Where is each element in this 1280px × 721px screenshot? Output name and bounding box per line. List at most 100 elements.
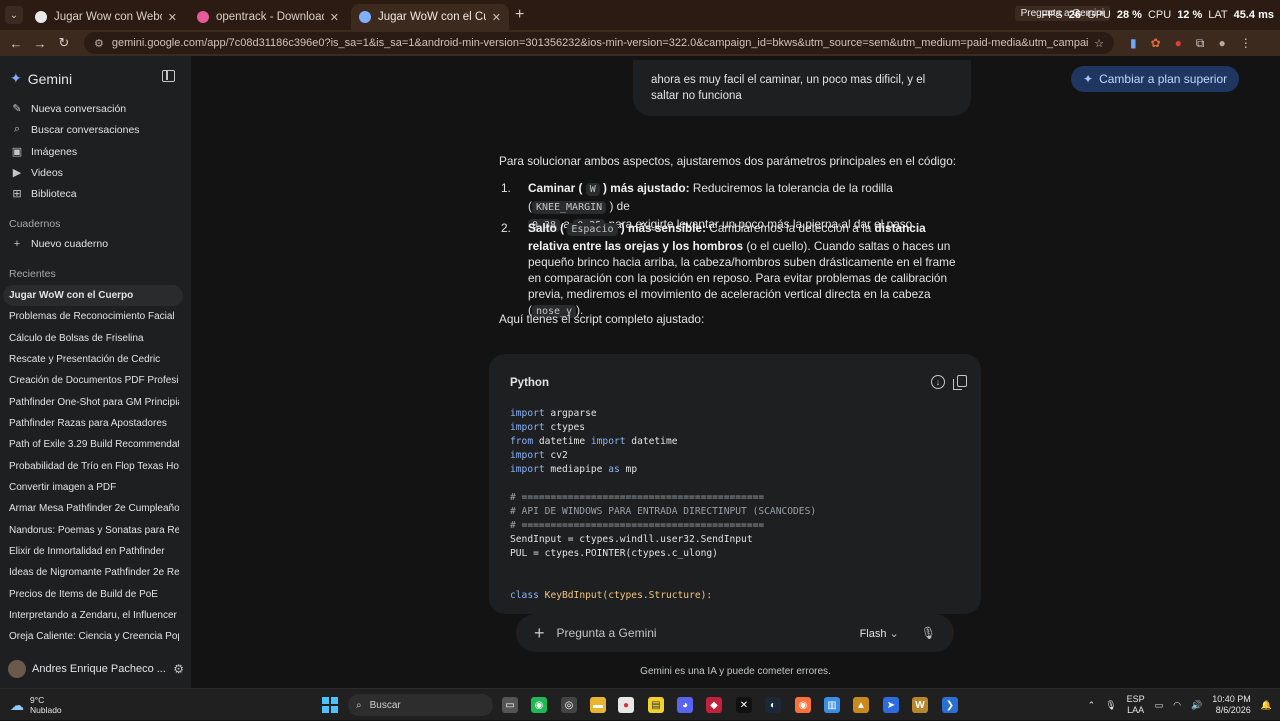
wow-icon[interactable]: W [912,697,928,713]
new-tab-icon[interactable]: + [515,6,524,24]
add-attachment-icon[interactable]: + [534,623,545,644]
tab-favicon-icon [197,11,209,23]
forward-icon[interactable]: → [28,36,52,51]
file-explorer-icon[interactable]: ▬ [590,697,606,713]
recent-item[interactable]: Path of Exile 3.29 Build Recommendati... [9,439,179,450]
steam-icon[interactable]: ◐ [765,697,781,713]
sidebar-item-new-chat[interactable]: ✎ Nueva conversación [10,102,126,116]
discord-icon[interactable]: ◕ [677,697,693,713]
tab-search-button[interactable]: ⌄ [5,6,23,24]
close-icon[interactable]: ✕ [330,11,339,24]
firefox-icon[interactable]: ◉ [795,697,811,713]
app-icon[interactable]: ◎ [561,697,577,713]
language-indicator[interactable]: ESP LAA [1127,694,1145,716]
site-info-icon[interactable]: ⚙ [94,37,104,50]
download-icon[interactable]: ↓ [931,375,945,389]
settings-gear-icon[interactable]: ⚙ [173,662,184,676]
gemini-logo[interactable]: ✦ Gemini [10,70,72,87]
extensions-area: ▮ ✿ ● ⧉ ● ⋮ [1130,36,1252,51]
cpu-label: CPU [1147,9,1172,21]
recent-item[interactable]: Pathfinder One-Shot para GM Principia... [9,397,179,408]
extension-icon[interactable]: ▮ [1130,36,1137,51]
app-icon[interactable]: ◉ [531,697,547,713]
address-bar[interactable]: ⚙ gemini.google.com/app/7c08d31186c396e0… [84,32,1114,54]
close-icon[interactable]: ✕ [492,11,501,24]
recent-item[interactable]: Nandorus: Poemas y Sonatas para Reci... [9,525,179,536]
user-account[interactable]: Andres Enrique Pacheco ... ⚙ [8,660,184,678]
windows-start-icon[interactable] [322,697,338,713]
fps-value: 26 [1068,9,1082,21]
copy-icon[interactable] [953,375,967,390]
task-view-icon[interactable]: ▭ [502,697,518,713]
browser-tab[interactable]: Jugar Wow con Webcam ✕ [27,4,185,30]
edit-icon: ✎ [12,103,22,115]
clock[interactable]: 10:40 PM 8/6/2026 [1212,694,1251,716]
recent-item[interactable]: Probabilidad de Trío en Flop Texas Hold.… [9,461,179,472]
recent-item[interactable]: Precios de Items de Build de PoE [9,589,179,600]
taskbar-search[interactable]: ⌕ Buscar [348,694,493,716]
list-bold: ) más sensible: [620,221,707,235]
chrome-icon[interactable]: ● [618,697,634,713]
search-icon: ⌕ [356,699,362,711]
wifi-icon[interactable]: ◠ [1173,700,1181,711]
back-icon[interactable]: ← [4,36,28,51]
upgrade-plan-button[interactable]: ✦ Cambiar a plan superior [1071,66,1240,92]
user-name: Andres Enrique Pacheco ... [32,663,166,675]
lat-value: 45.4 ms [1233,9,1274,21]
menu-icon[interactable]: ⋮ [1240,36,1252,51]
tab-title: Jugar WoW con el Cuerpo - Ge... [378,11,486,23]
microphone-icon[interactable]: 🎙 [921,626,936,640]
extension-icon[interactable]: ✿ [1151,36,1161,51]
bookmark-star-icon[interactable]: ☆ [1094,37,1104,50]
notes-icon[interactable]: ▤ [648,697,664,713]
app-icon[interactable]: ◆ [706,697,722,713]
app-icon[interactable]: ✕ [736,697,752,713]
sidebar-item-label: Biblioteca [31,187,77,200]
sidebar-item-new-notebook[interactable]: + Nuevo cuaderno [10,238,108,250]
app-icon[interactable]: ➤ [883,697,899,713]
close-icon[interactable]: ✕ [168,11,177,24]
sidebar: ✦ Gemini ✎ Nueva conversación ⌕ Buscar c… [0,56,191,688]
sidebar-item-search[interactable]: ⌕ Buscar conversaciones [10,123,140,136]
sidebar-item-videos[interactable]: ▶ Videos [10,166,63,180]
inline-code: W [585,183,600,196]
recent-item[interactable]: Pathfinder Razas para Apostadores [9,418,179,429]
recent-item[interactable]: Convertir imagen a PDF [9,482,179,493]
reload-icon[interactable]: ↻ [52,35,76,51]
collapse-sidebar-icon[interactable] [162,70,175,82]
recent-item[interactable]: Elixir de Inmortalidad en Pathfinder [9,546,179,557]
browser-tab-active[interactable]: Jugar WoW con el Cuerpo - Ge... ✕ [351,4,509,30]
recent-item[interactable]: Problemas de Reconocimiento Facial [9,311,179,322]
terminal-icon[interactable]: ❯ [942,697,958,713]
sidebar-item-label: Buscar conversaciones [31,123,140,136]
notifications-icon[interactable]: 🔔 [1261,700,1272,711]
recent-item[interactable]: Creación de Documentos PDF Profesio... [9,375,179,386]
recent-item[interactable]: Interpretando a Zendaru, el Influencer .… [9,610,179,621]
notepad-icon[interactable]: ▥ [824,697,840,713]
recent-item[interactable]: Ideas de Nigromante Pathfinder 2e Re... [9,567,179,578]
sidebar-item-images[interactable]: ▣ Imágenes [10,145,77,159]
sidebar-item-library[interactable]: ⊞ Biblioteca [10,187,77,201]
model-selector[interactable]: Flash [860,627,899,640]
profile-avatar[interactable]: ● [1219,36,1226,51]
recent-item[interactable]: Cálculo de Bolsas de Friselina [9,333,179,344]
microphone-icon[interactable]: 🎙 [1105,700,1116,711]
code-content: import argparse import ctypes from datet… [510,408,817,601]
app-icon[interactable]: ▲ [853,697,869,713]
browser-tab[interactable]: opentrack - Download Free He... ✕ [189,4,347,30]
puzzle-icon[interactable]: ⧉ [1196,36,1205,51]
recent-item[interactable]: Oreja Caliente: Ciencia y Creencia Pop..… [9,631,179,642]
prompt-input[interactable]: + Pregunta a Gemini Flash 🎙 [516,614,954,652]
recent-item-selected[interactable]: Jugar WoW con el Cuerpo [3,285,183,306]
search-icon: ⌕ [13,123,21,135]
date: 8/6/2026 [1215,705,1251,715]
extension-icon[interactable]: ● [1175,36,1182,51]
system-tray: ⌃ 🎙 ESP LAA ▭ ◠ 🔊 10:40 PM 8/6/2026 🔔 [1088,689,1272,721]
display-icon[interactable]: ▭ [1155,700,1164,711]
volume-icon[interactable]: 🔊 [1191,700,1202,711]
recent-item[interactable]: Rescate y Presentación de Cedric [9,354,179,365]
weather-widget[interactable]: ☁ 9°C Nublado [10,695,62,715]
prompt-placeholder[interactable]: Pregunta a Gemini [557,626,860,640]
recent-item[interactable]: Armar Mesa Pathfinder 2e Cumpleaños [9,503,179,514]
chevron-up-icon[interactable]: ⌃ [1088,700,1096,711]
